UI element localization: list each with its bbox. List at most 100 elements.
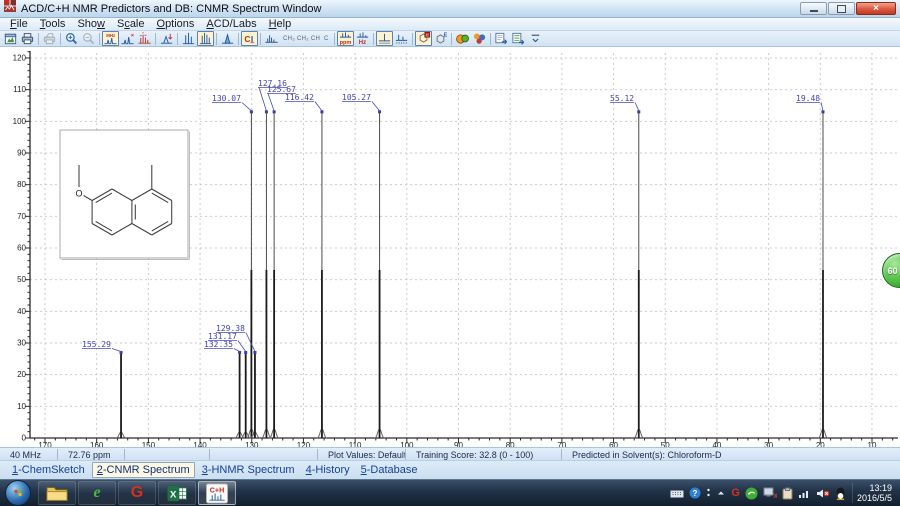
taskbar-app-browser-e[interactable]: e xyxy=(78,481,116,505)
print-report-button[interactable] xyxy=(41,31,58,46)
toolbar-separator xyxy=(372,32,374,45)
taskbar-app-explorer[interactable] xyxy=(38,481,76,505)
show-multiplets-button[interactable] xyxy=(263,31,280,46)
restore-button[interactable] xyxy=(828,2,855,15)
new-document-button[interactable] xyxy=(2,31,19,46)
start-button[interactable] xyxy=(5,480,31,506)
tray-show-hidden-icon[interactable] xyxy=(716,488,726,498)
copy-table-button[interactable] xyxy=(510,31,527,46)
menu-file[interactable]: File xyxy=(4,18,34,30)
svg-text:E: E xyxy=(443,33,447,39)
toolbar-separator xyxy=(238,32,239,45)
peaks[interactable] xyxy=(115,110,829,439)
menu-acdlabs[interactable]: ACD/Labs xyxy=(200,18,262,30)
tray-green-ball-icon[interactable] xyxy=(745,487,758,500)
svg-text:10: 10 xyxy=(868,441,877,447)
svg-text:50: 50 xyxy=(17,275,26,284)
tray-help-icon[interactable]: ? xyxy=(689,487,701,499)
svg-text:0: 0 xyxy=(22,434,27,443)
svg-text:100: 100 xyxy=(400,441,414,447)
print-button[interactable] xyxy=(19,31,36,46)
show-atoms-button[interactable] xyxy=(454,31,471,46)
ch-groups-button[interactable]: CH₃ CH₂ CH C xyxy=(280,31,332,46)
close-button[interactable]: × xyxy=(856,2,896,15)
carbon-assignments-icon: CI xyxy=(244,34,255,44)
menu-options[interactable]: Options xyxy=(151,18,201,30)
windows-flag-icon xyxy=(14,489,22,497)
tab-history[interactable]: 4-History xyxy=(302,463,354,477)
zoom-in-button[interactable] xyxy=(63,31,80,46)
overlay-badge: 60 xyxy=(887,265,898,276)
zoom-out-button[interactable] xyxy=(80,31,97,46)
tab-chemsketch[interactable]: 1-ChemSketch xyxy=(8,463,89,477)
tray-g-mini-icon[interactable]: G xyxy=(731,487,740,499)
menu-help[interactable]: Help xyxy=(263,18,298,30)
show-lorentzian-icon xyxy=(199,32,212,45)
show-integrals-button[interactable] xyxy=(219,31,236,46)
tray-keyboard-icon[interactable] xyxy=(670,488,685,499)
copy-table-icon xyxy=(512,32,524,45)
status-segment-4: Plot Values: Default xyxy=(318,448,406,460)
units-hz-button[interactable]: Hz xyxy=(354,31,371,46)
svg-text:MHz: MHz xyxy=(106,33,115,38)
tray-network-error-icon[interactable]: x xyxy=(763,487,777,499)
status-segment-6: Predicted in Solvent(s): Chloroform-D xyxy=(572,449,722,460)
toolbar-separator xyxy=(333,32,335,45)
tray-handle-dots-icon[interactable] xyxy=(706,487,711,499)
zoom-in-icon xyxy=(66,33,78,45)
svg-text:C: C xyxy=(244,34,250,44)
carbon-assignments-button[interactable]: CI xyxy=(241,31,258,46)
menu-tools[interactable]: Tools xyxy=(34,18,72,30)
tab-cnmr-spectrum[interactable]: 2-CNMR Spectrum xyxy=(91,462,195,478)
svg-text:90: 90 xyxy=(17,148,26,157)
tab-hnmr-spectrum[interactable]: 3-HNMR Spectrum xyxy=(198,463,299,477)
toolbar-separator xyxy=(411,32,413,45)
svg-text:60: 60 xyxy=(609,441,618,447)
tray-signal-icon[interactable] xyxy=(798,488,811,499)
svg-text:40: 40 xyxy=(17,307,26,316)
menu-show[interactable]: Show xyxy=(71,18,111,30)
edit-structure-button[interactable]: E xyxy=(432,31,449,46)
minimize-button[interactable] xyxy=(800,2,827,15)
assign-from-structure-button[interactable]: C xyxy=(414,31,432,46)
show-expansion-button[interactable]: × xyxy=(119,31,136,46)
toolbar-options-icon xyxy=(531,34,539,43)
copy-spectrum-button[interactable] xyxy=(493,31,510,46)
svg-text:160: 160 xyxy=(90,441,104,447)
tray-volume-muted-icon[interactable] xyxy=(816,488,830,499)
show-peak-lines-button[interactable] xyxy=(136,31,153,46)
tray-qq-icon[interactable] xyxy=(835,487,846,500)
show-baseline-button[interactable] xyxy=(375,31,393,46)
clock-date: 2016/5/5 xyxy=(856,493,892,503)
menu-scale[interactable]: Scale xyxy=(111,18,151,30)
toolbar-options-button[interactable] xyxy=(527,31,544,46)
tab-database[interactable]: 5-Database xyxy=(357,463,422,477)
svg-text:120: 120 xyxy=(297,441,311,447)
clock-time: 13:19 xyxy=(869,483,892,493)
show-lorentzian-button[interactable] xyxy=(197,31,214,46)
taskbar-app-excel[interactable]: X xyxy=(158,481,196,505)
show-baseline-icon xyxy=(378,33,390,44)
show-sticks-button[interactable] xyxy=(180,31,197,46)
show-tick-marks-button[interactable] xyxy=(393,31,410,46)
spectrum-chart[interactable]: 170 160 150 140 130 120 110 100 90 80 70 60 50 40 30 20… xyxy=(0,47,900,450)
taskbar-app-cnmr-app[interactable]: C+H xyxy=(198,481,236,505)
peak-picking-button[interactable] xyxy=(158,31,175,46)
tabbar: 1-ChemSketch 2-CNMR Spectrum 3-HNMR Spectr… xyxy=(0,460,900,479)
svg-text:19.48: 19.48 xyxy=(796,94,820,103)
show-atoms-icon xyxy=(455,34,469,44)
units-ppm-button[interactable]: ppm xyxy=(336,31,354,46)
status-segment-1: 72.76 ppm xyxy=(58,448,125,460)
tray-clipboard-icon[interactable] xyxy=(782,487,793,500)
assign-from-structure-icon: C xyxy=(419,31,430,43)
toolbar-separator xyxy=(60,32,61,45)
taskbar-clock[interactable]: 13:19 2016/5/5 xyxy=(851,483,900,503)
taskbar-app-browser-g[interactable]: G xyxy=(118,481,156,505)
svg-text:20: 20 xyxy=(17,370,26,379)
color-atoms-button[interactable] xyxy=(471,31,488,46)
svg-text:?: ? xyxy=(693,489,698,498)
app-icon xyxy=(3,0,17,18)
show-full-spectrum-button[interactable]: MHz xyxy=(102,31,119,46)
svg-text:140: 140 xyxy=(193,441,207,447)
units-ppm-icon: ppm xyxy=(339,32,351,46)
